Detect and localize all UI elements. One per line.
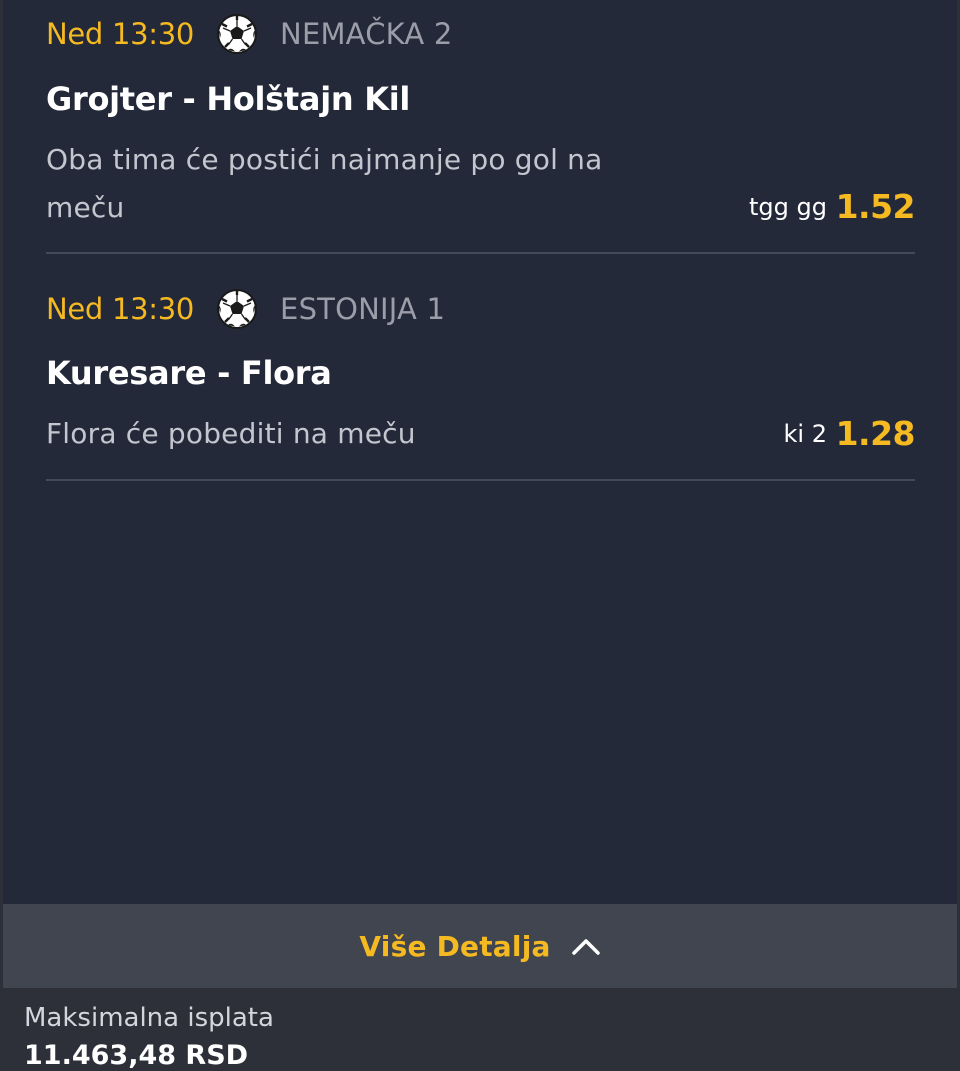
event-market: Flora će pobediti na meču [46,417,416,450]
event-league: NEMAČKA 2 [280,17,453,51]
ticket-card: Ned 13:30 NEMAČKA 2 Grojter - Holštajn K… [3,0,957,904]
event-time: Ned 13:30 [46,292,195,326]
event-pick: tgg gg [749,193,827,221]
divider [46,479,915,481]
divider [46,252,915,254]
event-match: Kuresare - Flora [46,354,332,392]
event-odd: 1.28 [835,414,916,453]
event-meta: Ned 13:30 ESTONIJA 1 [46,287,445,331]
event-pick: ki 2 [783,420,827,448]
soccer-ball-icon [217,289,258,329]
max-payout-value: 11.463,48 RSD [24,1040,249,1071]
max-payout-label: Maksimalna isplata [24,1003,274,1033]
more-details-label: Više Detalja [359,929,551,963]
event-match: Grojter - Holštajn Kil [46,80,411,118]
chevron-up-icon [571,939,600,955]
event-league: ESTONIJA 1 [280,292,446,326]
event-time: Ned 13:30 [46,17,195,51]
event-meta: Ned 13:30 NEMAČKA 2 [46,12,452,56]
event-odd: 1.52 [835,187,916,226]
more-details-button[interactable]: Više Detalja [3,904,957,988]
event-market: Oba tima će postići najmanje po gol na m… [46,143,603,224]
soccer-ball-icon [217,14,258,54]
